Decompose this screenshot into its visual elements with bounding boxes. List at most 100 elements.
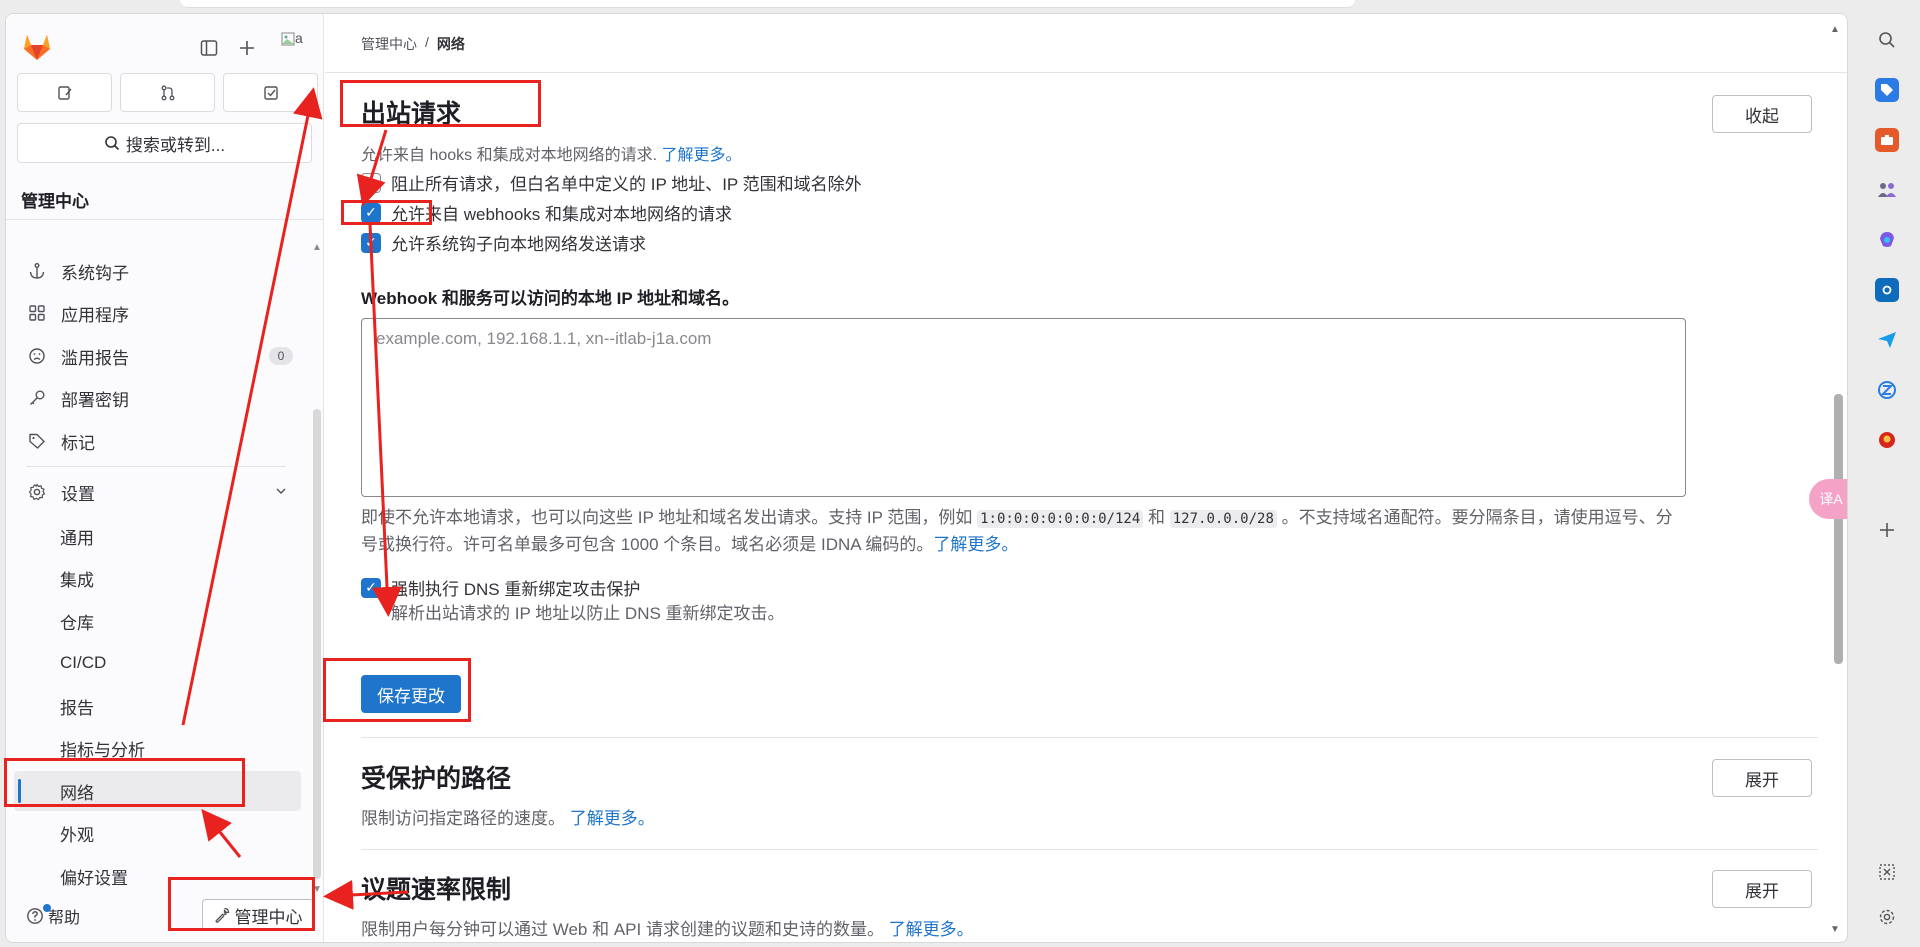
annotation-box [168, 877, 315, 931]
issues-icon [57, 85, 72, 100]
breadcrumb-separator: / [425, 34, 429, 50]
breadcrumb-current[interactable]: 网络 [437, 34, 465, 54]
scroll-up-arrow-icon[interactable]: ▲ [312, 242, 322, 253]
tag-icon[interactable] [1875, 78, 1899, 102]
count-badge: 0 [269, 347, 293, 365]
checkbox-checked-icon[interactable]: ✓ [361, 577, 381, 598]
issue-rate-limit-description: 限制用户每分钟可以通过 Web 和 API 请求创建的议题和史诗的数量。 了解更… [361, 915, 974, 940]
outbound-description: 允许来自 hooks 和集成对本地网络的请求. 了解更多。 [361, 141, 742, 165]
sidebar-subitem-integrations[interactable]: 集成 [6, 558, 301, 598]
allowlist-placeholder: example.com, 192.168.1.1, xn--itlab-j1a.… [376, 329, 712, 348]
screenshot-icon[interactable] [1875, 860, 1899, 884]
gitlab-logo-icon[interactable] [20, 29, 54, 63]
plus-icon[interactable] [235, 36, 259, 60]
key-icon [26, 387, 48, 409]
merge-requests-button[interactable] [120, 73, 215, 112]
copilot-icon[interactable] [1875, 228, 1899, 252]
ip-range-example-2: 127.0.0.0/28 [1169, 510, 1277, 528]
checkbox-label: 允许来自 webhooks 和集成对本地网络的请求 [391, 205, 732, 224]
add-icon[interactable] [1875, 518, 1899, 542]
allowlist-label: Webhook 和服务可以访问的本地 IP 地址和域名。 [361, 289, 740, 308]
sidebar-item-label: 滥用报告 [61, 348, 129, 368]
learn-more-link[interactable]: 了解更多。 [933, 535, 1018, 554]
grid-icon [26, 302, 48, 324]
sidebar-item-deploy-keys[interactable]: 部署密钥 [6, 378, 301, 418]
sidebar-item-applications[interactable]: 应用程序 [6, 293, 301, 333]
sidebar-item-label: 设置 [61, 484, 95, 504]
breadcrumb: 管理中心 / 网络 [361, 34, 465, 54]
learn-more-link[interactable]: 了解更多。 [889, 920, 974, 939]
sidebar-section-title: 管理中心 [21, 192, 89, 211]
checkbox-label: 允许系统钩子向本地网络发送请求 [391, 235, 646, 254]
gear-icon [26, 481, 48, 503]
tab-strip-edge [180, 0, 1355, 8]
sidebar-top-actions [197, 36, 259, 60]
issues-button[interactable] [17, 73, 112, 112]
checkbox-block-all[interactable]: 阻止所有请求，但白名单中定义的 IP 地址、IP 范围和域名除外 [361, 170, 862, 195]
people-icon[interactable] [1875, 178, 1899, 202]
checkbox-label: 阻止所有请求，但白名单中定义的 IP 地址、IP 范围和域名除外 [391, 175, 862, 194]
browser-frame: a 搜索或转到... 管理中心 ▲ 系统钩子 应用程序 滥用报告 0 部署密钥 … [0, 0, 1920, 947]
scroll-down-arrow-icon[interactable]: ▼ [1830, 924, 1840, 935]
anchor-icon [26, 260, 48, 282]
annotation-box [341, 200, 432, 225]
search-icon[interactable] [1875, 28, 1899, 52]
help-icon [27, 908, 43, 924]
avatar[interactable]: a [281, 30, 313, 60]
main-content: 管理中心 / 网络 出站请求 收起 允许来自 hooks 和集成对本地网络的请求… [325, 14, 1847, 942]
issue-rate-description-text: 限制用户每分钟可以通过 Web 和 API 请求创建的议题和史诗的数量。 [361, 920, 884, 939]
help-button[interactable]: 帮助 [26, 904, 80, 928]
sidebar-item-label: 系统钩子 [61, 263, 129, 283]
divider [361, 737, 1818, 738]
sidebar-item-labels[interactable]: 标记 [6, 421, 301, 461]
emblem-icon[interactable] [1875, 428, 1899, 452]
sidebar-item-system-hooks[interactable]: 系统钩子 [6, 251, 301, 291]
sidebar-subitem-general[interactable]: 通用 [6, 516, 301, 556]
chevron-down-icon [275, 484, 287, 500]
toggle-sidebar-icon[interactable] [197, 36, 221, 60]
label-icon [26, 430, 48, 452]
help-label: 帮助 [48, 910, 81, 927]
settings-gear-icon[interactable] [1875, 905, 1899, 929]
sidebar-scrollbar[interactable] [313, 409, 321, 879]
checkbox-dns-rebinding[interactable]: ✓ 强制执行 DNS 重新绑定攻击保护 [361, 575, 640, 600]
checkbox-checked-icon[interactable]: ✓ [361, 232, 381, 253]
learn-more-link[interactable]: 了解更多。 [662, 147, 742, 164]
quick-actions [17, 73, 318, 112]
outlook-icon[interactable] [1875, 278, 1899, 302]
collapse-button[interactable]: 收起 [1712, 95, 1812, 133]
checkbox-unchecked-icon[interactable] [361, 172, 381, 193]
sidebar-item-abuse-reports[interactable]: 滥用报告 0 [6, 336, 301, 376]
scroll-up-arrow-icon[interactable]: ▲ [1830, 24, 1840, 35]
sidebar-subitem-repository[interactable]: 仓库 [6, 601, 301, 641]
divider [6, 219, 324, 220]
annotation-box [4, 758, 245, 807]
todo-button[interactable] [223, 73, 318, 112]
sidebar-item-label: 部署密钥 [61, 390, 129, 410]
issue-rate-limit-title: 议题速率限制 [361, 876, 512, 904]
sidebar-subitem-appearance[interactable]: 外观 [6, 813, 301, 853]
learn-more-link[interactable]: 了解更多。 [570, 809, 655, 828]
main-scrollbar[interactable] [1834, 394, 1843, 664]
breadcrumb-parent[interactable]: 管理中心 [361, 34, 417, 54]
divider [361, 849, 1818, 850]
todo-check-icon [263, 85, 278, 100]
search-button[interactable]: 搜索或转到... [17, 123, 312, 163]
toolbox-icon[interactable] [1875, 128, 1899, 152]
protected-paths-title: 受保护的路径 [361, 765, 512, 793]
expand-button[interactable]: 展开 [1712, 759, 1812, 797]
allowlist-help-text: 即使不允许本地请求，也可以向这些 IP 地址和域名发出请求。支持 IP 范围，例… [361, 505, 1686, 557]
allowlist-textarea[interactable]: example.com, 192.168.1.1, xn--itlab-j1a.… [361, 318, 1686, 497]
z-app-icon[interactable] [1875, 378, 1899, 402]
send-icon[interactable] [1875, 328, 1899, 352]
expand-button[interactable]: 展开 [1712, 870, 1812, 908]
app-window: a 搜索或转到... 管理中心 ▲ 系统钩子 应用程序 滥用报告 0 部署密钥 … [5, 13, 1848, 943]
floating-translate-button[interactable]: 译A [1809, 479, 1847, 519]
sidebar-subitem-cicd[interactable]: CI/CD [6, 643, 301, 683]
sidebar-subitem-reporting[interactable]: 报告 [6, 686, 301, 726]
outbound-description-text: 允许来自 hooks 和集成对本地网络的请求. [361, 147, 658, 164]
annotation-box [323, 658, 471, 722]
merge-request-icon [161, 85, 174, 100]
sidebar-item-settings[interactable]: 设置 [6, 472, 301, 512]
checkbox-allow-system-hooks-local[interactable]: ✓ 允许系统钩子向本地网络发送请求 [361, 230, 646, 255]
